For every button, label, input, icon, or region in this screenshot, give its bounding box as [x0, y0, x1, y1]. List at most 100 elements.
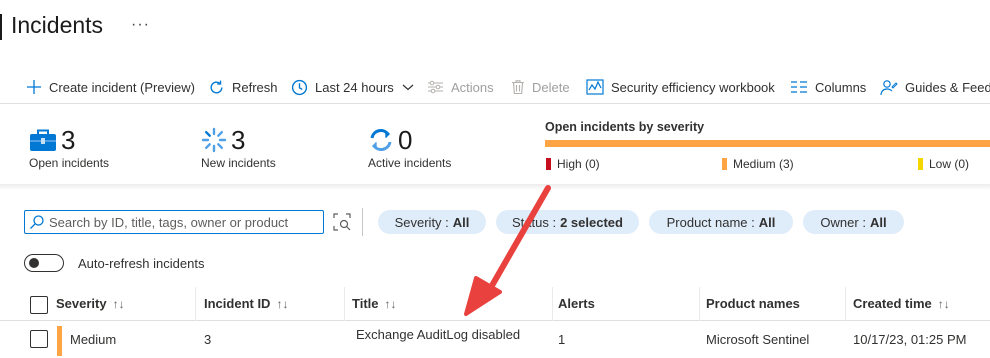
columns-icon [791, 81, 807, 93]
search-box[interactable] [24, 210, 324, 234]
cell-product-names: Microsoft Sentinel [706, 332, 810, 347]
search-icon [30, 215, 44, 229]
status-filter-value: 2 selected [560, 214, 623, 230]
create-incident-label: Create incident (Preview) [49, 79, 195, 95]
sort-icon: ↑↓ [112, 297, 125, 311]
legend-low: Low (0) [918, 157, 969, 171]
new-incidents-count: 3 [231, 125, 246, 155]
security-workbook-button[interactable]: Security efficiency workbook [586, 76, 775, 98]
create-incident-button[interactable]: Create incident (Preview) [26, 76, 195, 98]
legend-high: High (0) [546, 157, 600, 171]
open-incidents-kpi: 3 Open incidents [29, 126, 109, 170]
column-divider[interactable] [344, 287, 345, 321]
column-header-alerts[interactable]: Alerts [558, 296, 595, 311]
guides-feedback-label: Guides & Feed [905, 79, 990, 95]
column-product-names-label: Product names [706, 296, 800, 311]
guides-feedback-button[interactable]: Guides & Feed [880, 76, 990, 98]
columns-button[interactable]: Columns [790, 76, 866, 98]
page-header: Incidents ··· [0, 0, 990, 50]
search-input[interactable] [49, 214, 319, 230]
delete-label: Delete [532, 79, 570, 95]
new-incidents-label: New incidents [201, 156, 276, 170]
actions-button[interactable]: Actions [427, 76, 494, 98]
open-incidents-label: Open incidents [29, 156, 110, 170]
column-title-label: Title [352, 296, 379, 311]
column-divider[interactable] [195, 287, 196, 321]
product-filter-pill[interactable]: Product name : All [649, 210, 793, 234]
chevron-down-icon [402, 84, 414, 91]
columns-label: Columns [815, 79, 867, 95]
column-header-incident-id[interactable]: Incident ID ↑↓ [204, 296, 288, 311]
advanced-search-button[interactable] [332, 212, 352, 237]
sort-icon: ↑↓ [276, 297, 289, 311]
table-row[interactable]: Medium 3 Exchange AuditLog disabled 1 Mi… [0, 322, 990, 356]
filter-separator [362, 208, 363, 236]
row-select-checkbox[interactable] [30, 330, 48, 348]
cell-created-time: 10/17/23, 01:25 PM [853, 332, 967, 347]
open-incidents-count: 3 [61, 125, 76, 155]
delete-button[interactable]: Delete [511, 76, 570, 98]
auto-refresh-toggle[interactable] [24, 254, 64, 272]
plus-icon [27, 80, 41, 94]
loading-spinner-icon [201, 127, 227, 153]
cell-severity: Medium [70, 332, 117, 347]
auto-refresh-label: Auto-refresh incidents [78, 255, 205, 271]
more-options-button[interactable]: ··· [131, 16, 150, 34]
column-header-created-time[interactable]: Created time ↑↓ [853, 296, 950, 311]
summary-divider [0, 184, 990, 190]
severity-bar-medium [545, 140, 990, 147]
legend-swatch-medium [722, 158, 727, 170]
scan-search-icon [333, 213, 351, 231]
person-feedback-icon [880, 79, 898, 95]
legend-swatch-high [546, 158, 551, 170]
trash-icon [512, 80, 524, 95]
legend-high-label: High (0) [557, 157, 600, 171]
incident-summary: 3 Open incidents 3 New incidents 0 Activ… [0, 104, 990, 184]
owner-filter-value: All [869, 214, 887, 230]
cell-alerts: 1 [558, 332, 566, 347]
incidents-table-header: Severity ↑↓ Incident ID ↑↓ Title ↑↓ Alerts … [0, 287, 990, 321]
workbook-chart-icon [586, 79, 604, 95]
severity-filter-pill[interactable]: Severity : All [378, 210, 486, 234]
column-header-product-names[interactable]: Product names [706, 296, 800, 311]
status-filter-key: Status : [512, 214, 557, 230]
legend-swatch-low [918, 158, 923, 170]
severity-filter-value: All [452, 214, 470, 230]
select-all-checkbox[interactable] [30, 296, 48, 314]
column-divider[interactable] [552, 287, 553, 321]
product-filter-key: Product name : [666, 214, 755, 230]
product-filter-value: All [758, 214, 776, 230]
severity-color-strip [57, 326, 62, 356]
column-severity-label: Severity [56, 296, 107, 311]
column-header-title[interactable]: Title ↑↓ [352, 296, 397, 311]
refresh-button[interactable]: Refresh [208, 76, 278, 98]
column-header-severity[interactable]: Severity ↑↓ [56, 296, 125, 311]
title-accent-bar [0, 14, 2, 40]
severity-legend: High (0) Medium (3) Low (0) [545, 157, 990, 175]
time-range-dropdown[interactable]: Last 24 hours [291, 76, 415, 98]
refresh-icon [210, 80, 223, 93]
refresh-label: Refresh [232, 79, 278, 95]
sliders-icon [428, 80, 443, 94]
time-range-label: Last 24 hours [315, 79, 394, 95]
cell-title[interactable]: Exchange AuditLog disabled [356, 327, 520, 342]
sync-icon [370, 129, 392, 151]
status-filter-pill[interactable]: Status :2 selected [496, 210, 639, 234]
new-incidents-kpi: 3 New incidents [201, 126, 276, 170]
owner-filter-key: Owner : [820, 214, 866, 230]
column-divider[interactable] [699, 287, 700, 321]
active-incidents-label: Active incidents [368, 156, 452, 170]
cell-incident-id: 3 [204, 332, 212, 347]
severity-breakdown: Open incidents by severity High (0) Medi… [545, 120, 990, 175]
legend-low-label: Low (0) [929, 157, 970, 171]
actions-label: Actions [451, 79, 494, 95]
column-divider[interactable] [845, 287, 846, 321]
page-title: Incidents [11, 12, 104, 38]
legend-medium-label: Medium (3) [733, 157, 794, 171]
toggle-knob [29, 258, 39, 268]
active-incidents-kpi: 0 Active incidents [368, 126, 451, 170]
owner-filter-pill[interactable]: Owner : All [803, 210, 904, 234]
column-incident-id-label: Incident ID [204, 296, 271, 311]
auto-refresh-row: Auto-refresh incidents [24, 254, 204, 272]
security-workbook-label: Security efficiency workbook [611, 79, 775, 95]
